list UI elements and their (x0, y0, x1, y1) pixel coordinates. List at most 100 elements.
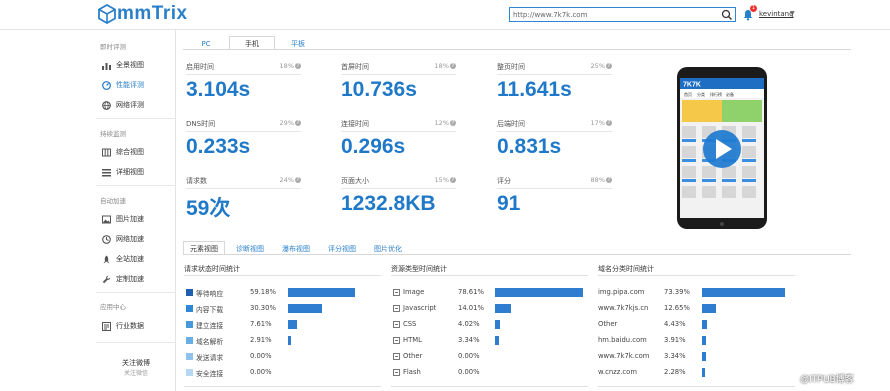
html-file-icon (393, 337, 400, 344)
search-icon[interactable] (721, 9, 733, 21)
sidebar-item-detail[interactable]: 详细视图 (102, 166, 144, 178)
legend-swatch (186, 321, 193, 328)
sidebar-item-summary[interactable]: 综合视图 (102, 146, 144, 158)
username-link[interactable]: kevintang (759, 10, 794, 18)
legend-swatch (186, 305, 193, 312)
stat-row: 域名解析 2.91% (184, 334, 381, 347)
stat-label: Other (403, 352, 423, 360)
help-icon[interactable]: ? (295, 63, 301, 69)
stat-bar (702, 320, 707, 329)
tab-pc[interactable]: PC (183, 36, 229, 50)
metric-percent: 25%? (590, 62, 612, 70)
divider (341, 131, 456, 132)
help-icon[interactable]: ? (450, 120, 456, 126)
tab-mobile[interactable]: 手机 (229, 36, 275, 50)
help-icon[interactable]: ? (295, 120, 301, 126)
tab-waterfall-view[interactable]: 瀑布视图 (275, 241, 317, 255)
sidebar-item-label: 全景视图 (116, 61, 144, 69)
stat-row: Javascript 14.01% (391, 302, 588, 315)
stat-label: Other (598, 320, 618, 328)
logo-cube-icon (98, 4, 116, 24)
logo[interactable]: mmTrix (98, 3, 188, 25)
wrench-icon (102, 275, 111, 283)
panel-title: 请求状态时间统计 (184, 265, 240, 273)
metric-percent: 12%? (434, 119, 456, 127)
follow-weibo-link[interactable]: 关注微博 (96, 358, 176, 368)
chevron-down-icon[interactable]: ▼ (790, 10, 795, 17)
stat-percent: 78.61% (458, 288, 484, 296)
legend-swatch (186, 353, 193, 360)
stat-row: 发送请求 0.00% (184, 350, 381, 363)
stat-percent: 3.34% (458, 336, 480, 344)
svg-text:排行榜: 排行榜 (710, 91, 722, 97)
divider (183, 254, 851, 255)
sidebar-item-custom-accel[interactable]: 定制加速 (102, 273, 144, 285)
divider (186, 74, 301, 75)
stat-label: 建立连接 (196, 322, 224, 330)
stat-row: www.7k7kjs.cn 12.65% (598, 302, 795, 315)
stat-bar (495, 320, 500, 329)
legend-swatch (186, 289, 193, 296)
divider (186, 188, 301, 189)
metric-label: 连接时间 (341, 120, 369, 128)
sidebar-item-overview[interactable]: 全景视图 (102, 59, 144, 71)
stat-bar (288, 320, 297, 329)
notification-badge: 1 (750, 5, 757, 12)
sidebar-item-site-accel[interactable]: 全站加速 (102, 253, 144, 265)
divider (391, 386, 588, 387)
divider (184, 275, 381, 276)
bar-chart-icon (102, 62, 111, 70)
stat-row: HTML 3.34% (391, 334, 588, 347)
stat-percent: 4.43% (664, 320, 686, 328)
stat-row: www.7k7k.com 3.34% (598, 350, 795, 363)
tab-diagnosis-view[interactable]: 诊断视图 (229, 241, 271, 255)
sidebar-item-label: 性能评测 (116, 81, 144, 89)
stat-label: www.7k7k.com (598, 352, 650, 360)
clock-icon (102, 234, 111, 244)
help-icon[interactable]: ? (606, 120, 612, 126)
tab-image-optimize[interactable]: 图片优化 (367, 241, 409, 255)
stat-label: hm.baidu.com (598, 336, 647, 344)
sidebar: 即时评测 全景视图 性能评测 网络评测 持续监测 综合视图 详细视图 自动加速 … (96, 30, 176, 391)
stat-bar (288, 288, 355, 297)
sidebar-item-label: 综合视图 (116, 148, 144, 156)
stat-bar (702, 336, 706, 345)
metric-label: 请求数 (186, 177, 207, 185)
metric-value: 0.233s (186, 135, 251, 158)
stat-label: img.pipa.com (598, 288, 645, 296)
device-tabs: PC 手机 平板 (183, 36, 321, 50)
tab-score-view[interactable]: 评分视图 (321, 241, 363, 255)
url-input[interactable] (510, 8, 715, 21)
sidebar-item-image-accel[interactable]: 图片加速 (102, 213, 144, 225)
tab-tablet[interactable]: 平板 (275, 36, 321, 50)
help-icon[interactable]: ? (606, 63, 612, 69)
follow-wechat-link[interactable]: 关注微信 (96, 368, 176, 377)
stat-label: CSS (403, 320, 417, 328)
sidebar-section-title: 持续监测 (100, 130, 126, 138)
panel-title: 资源类型时间统计 (391, 265, 447, 273)
help-icon[interactable]: ? (295, 177, 301, 183)
divider (598, 275, 795, 276)
help-icon[interactable]: ? (606, 177, 612, 183)
sidebar-item-industry-data[interactable]: 行业数据 (102, 320, 144, 332)
help-icon[interactable]: ? (450, 177, 456, 183)
divider (598, 386, 795, 387)
stat-percent: 0.00% (458, 368, 480, 376)
stat-percent: 14.01% (458, 304, 484, 312)
stat-label: 安全连接 (196, 370, 224, 378)
help-icon[interactable]: ? (450, 63, 456, 69)
stat-label: 内容下载 (196, 306, 224, 314)
stat-bar (495, 336, 499, 345)
stat-bar (702, 304, 716, 313)
css-file-icon (393, 321, 400, 328)
sidebar-item-performance[interactable]: 性能评测 (102, 79, 144, 91)
stat-label: Flash (403, 368, 421, 376)
stat-row: Other 0.00% (391, 350, 588, 363)
stat-row: CSS 4.02% (391, 318, 588, 331)
stat-row: 建立连接 7.61% (184, 318, 381, 331)
sidebar-item-network-accel[interactable]: 网络加速 (102, 233, 144, 245)
data-icon (102, 321, 111, 331)
stat-row: Flash 0.00% (391, 366, 588, 379)
tab-element-view[interactable]: 元素视图 (183, 241, 225, 255)
sidebar-item-network[interactable]: 网络评测 (102, 99, 144, 111)
